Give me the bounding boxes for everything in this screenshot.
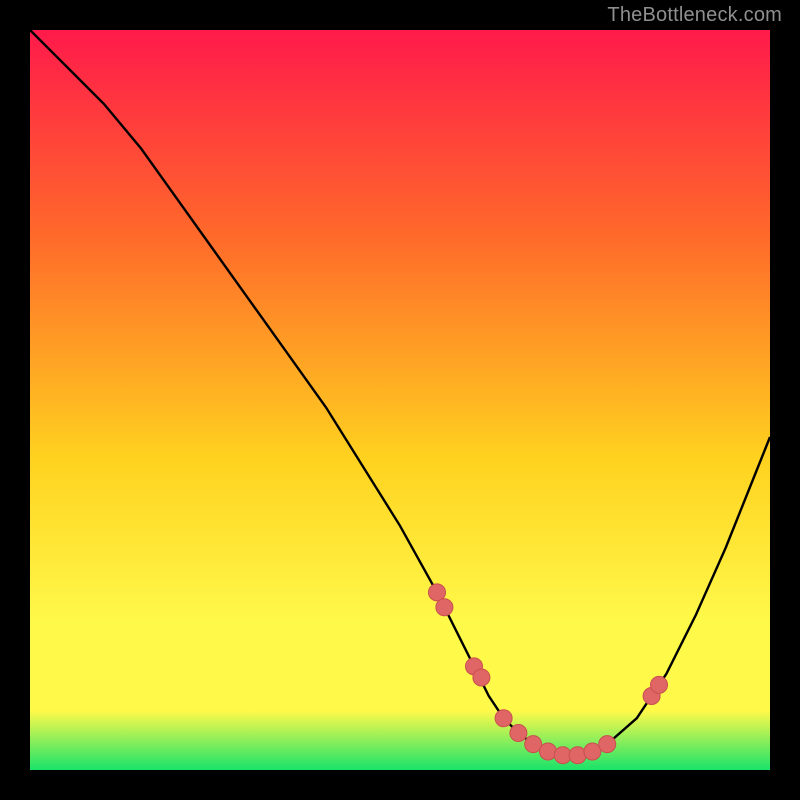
curve-marker	[436, 599, 453, 616]
curve-marker	[651, 676, 668, 693]
watermark-text: TheBottleneck.com	[607, 4, 782, 27]
curve-marker	[495, 710, 512, 727]
bottleneck-curve	[30, 30, 770, 755]
curve-marker	[540, 743, 557, 760]
curve-markers	[429, 584, 668, 764]
chart-svg	[30, 30, 770, 770]
curve-marker	[473, 669, 490, 686]
curve-marker	[510, 725, 527, 742]
curve-marker	[599, 736, 616, 753]
curve-marker	[569, 747, 586, 764]
